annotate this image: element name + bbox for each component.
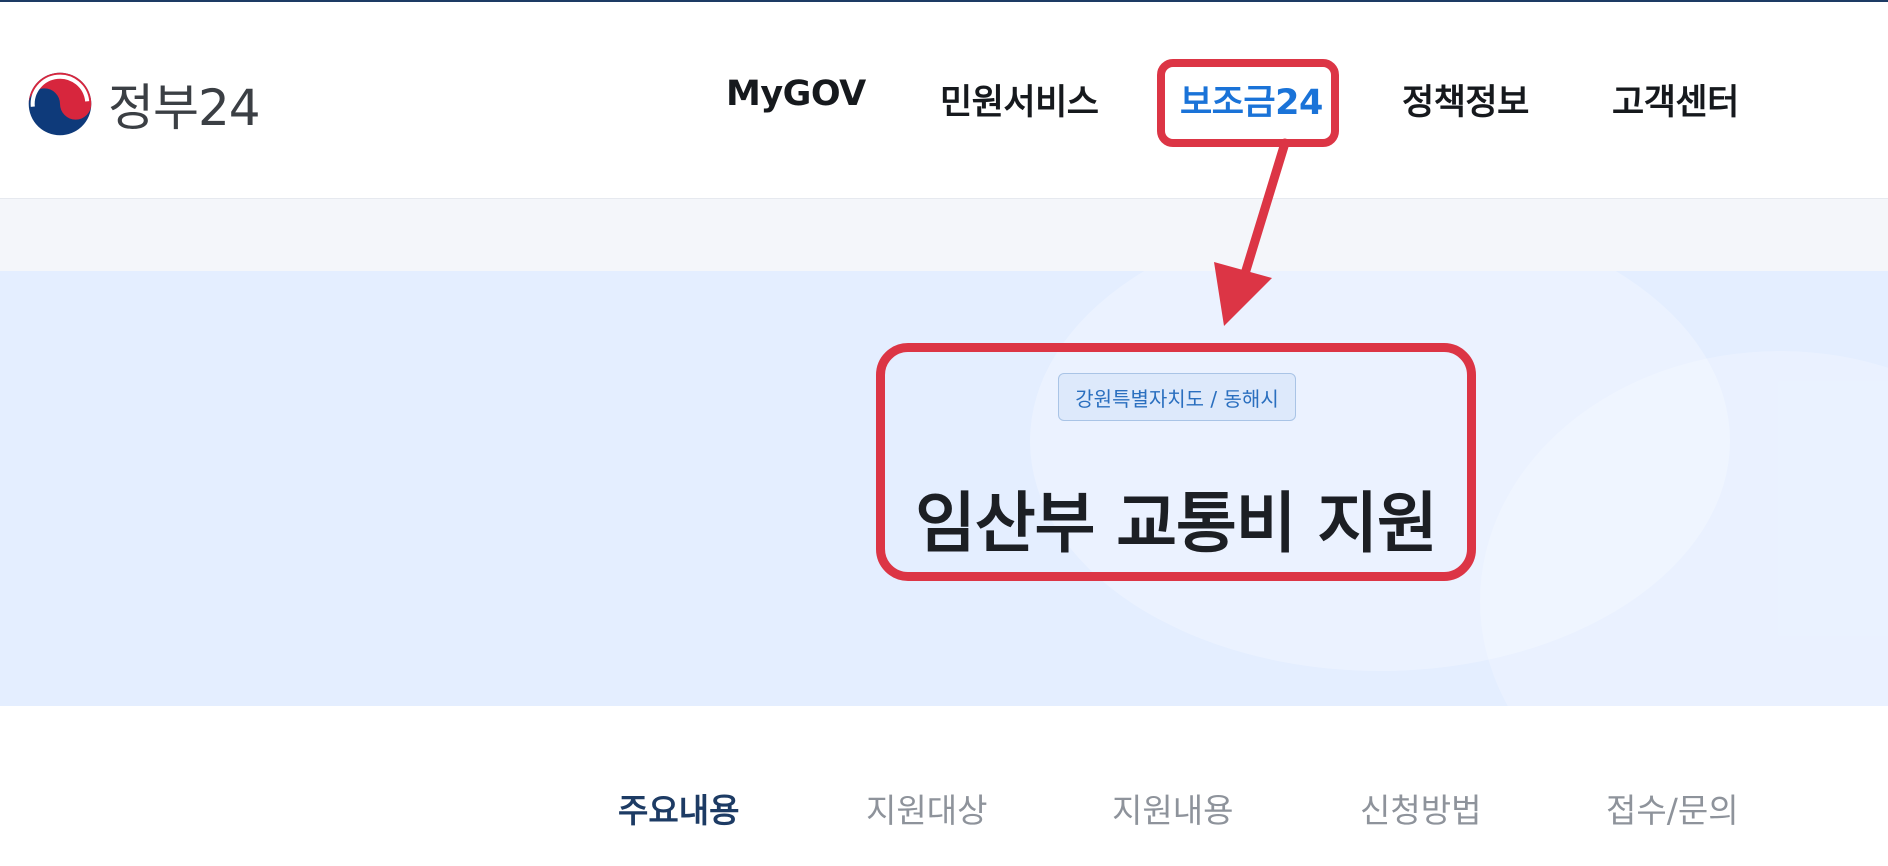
tab-contact[interactable]: 접수/문의	[1606, 784, 1739, 832]
site-logo[interactable]: 정부24	[26, 68, 261, 140]
taegeuk-logo-icon	[28, 72, 92, 136]
tab-eligibility[interactable]: 지원대상	[866, 784, 987, 832]
breadcrumb-strip	[0, 199, 1888, 271]
tab-how-to-apply[interactable]: 신청방법	[1360, 784, 1481, 832]
nav-item-policy-info[interactable]: 정책정보	[1402, 74, 1529, 125]
content-tabs: 주요내용 지원대상 지원내용 신청방법 접수/문의	[0, 706, 1888, 866]
annotation-highlight-nav	[1157, 59, 1339, 147]
tab-main-content[interactable]: 주요내용	[618, 784, 739, 832]
annotation-highlight-title	[876, 343, 1476, 581]
nav-item-civil-services[interactable]: 민원서비스	[940, 74, 1099, 125]
tab-benefits[interactable]: 지원내용	[1112, 784, 1233, 832]
nav-item-mygov[interactable]: MyGOV	[726, 74, 866, 114]
logo-text: 정부24	[108, 79, 261, 137]
site-header: 정부24 MyGOV 민원서비스 보조금24 정책정보 고객센터	[0, 2, 1888, 199]
nav-item-customer-center[interactable]: 고객센터	[1612, 74, 1739, 125]
